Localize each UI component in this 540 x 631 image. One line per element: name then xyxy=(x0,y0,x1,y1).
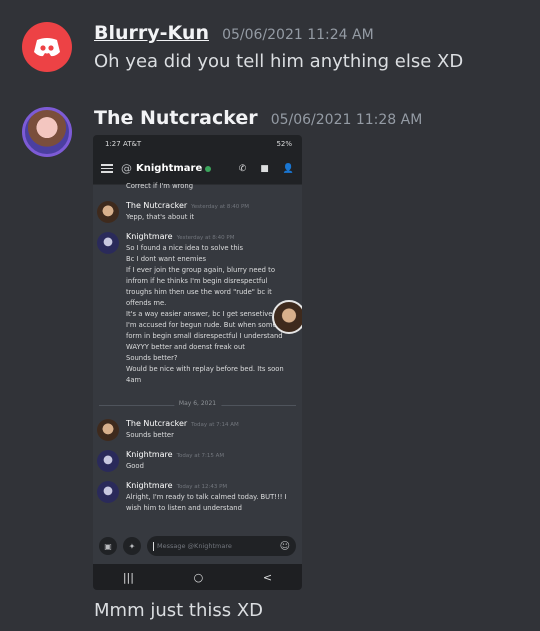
video-icon: ■ xyxy=(260,163,269,174)
home-icon: ○ xyxy=(193,570,204,584)
author: Knightmare xyxy=(126,450,173,459)
message-input-bar: ▣ ✦ Message @Knightmare ☺ xyxy=(93,532,302,560)
time: Yesterday at 8:40 PM xyxy=(191,204,250,210)
time: Today at 7:14 AM xyxy=(191,422,239,428)
message-content: Mmm just thiss XD xyxy=(94,600,264,621)
avatar xyxy=(97,201,119,223)
line: WAYYY better and doenst freak out xyxy=(126,343,245,351)
message-content: Oh yea did you tell him anything else XD xyxy=(94,51,464,72)
floating-avatar xyxy=(272,300,302,334)
members-icon: 👤 xyxy=(282,163,294,174)
discord-logo-icon xyxy=(34,38,60,57)
line: Sounds better xyxy=(126,431,174,439)
avatar xyxy=(97,450,119,472)
time: Today at 7:15 AM xyxy=(176,453,225,459)
line: 4am xyxy=(126,376,142,384)
emoji-icon: ☺ xyxy=(279,540,290,552)
username[interactable]: The Nutcracker xyxy=(94,107,258,129)
author: The Nutcracker xyxy=(126,201,188,210)
at-icon: @ xyxy=(121,162,132,175)
phone-status-bar: 1:27 AT&T 52% xyxy=(93,135,302,153)
menu-icon xyxy=(101,164,113,173)
date-label: May 6, 2021 xyxy=(173,400,222,407)
back-icon: < xyxy=(262,570,273,584)
message-header: The Nutcracker 05/06/2021 11:28 AM xyxy=(94,107,422,129)
avatar xyxy=(97,419,119,441)
image-attachment[interactable]: 1:27 AT&T 52% @ Knightmare ✆ ■ 👤 Correct… xyxy=(93,135,302,590)
line: Alright, I'm ready to talk calmed today.… xyxy=(126,493,287,501)
call-icon: ✆ xyxy=(238,163,247,174)
line: So I found a nice idea to solve this xyxy=(126,244,244,252)
date-divider: May 6, 2021 xyxy=(99,400,296,410)
line: infrom if he thinks I'm begin disrespect… xyxy=(126,277,268,285)
line: Good xyxy=(126,462,144,470)
status-battery: 52% xyxy=(276,140,292,148)
time: Yesterday at 8:40 PM xyxy=(176,235,235,241)
author: Knightmare xyxy=(126,232,173,241)
line: offends me. xyxy=(126,299,167,307)
channel-header: @ Knightmare ✆ ■ 👤 xyxy=(93,153,302,185)
recents-icon: ||| xyxy=(122,570,134,584)
online-status-icon xyxy=(205,165,212,172)
timestamp[interactable]: 05/06/2021 11:28 AM xyxy=(271,112,423,128)
message-header: Blurry-Kun 05/06/2021 11:24 AM xyxy=(94,22,374,44)
time: Today at 12:43 PM xyxy=(176,484,228,490)
avatar xyxy=(97,481,119,503)
author: The Nutcracker xyxy=(126,419,188,428)
line: Sounds better? xyxy=(126,354,178,362)
line: wish him to listen and understand xyxy=(126,504,242,512)
android-nav-bar: ||| ○ < xyxy=(93,564,302,590)
status-time: 1:27 AT&T xyxy=(105,140,142,148)
author: Knightmare xyxy=(126,481,173,490)
line: I'm accused for begun rude. But when som… xyxy=(126,321,277,329)
channel-name: Knightmare xyxy=(136,163,203,174)
line: Would be nice with replay before bed. It… xyxy=(126,365,284,373)
username[interactable]: Blurry-Kun xyxy=(94,22,209,44)
line: form in begin small disrespectful I unde… xyxy=(126,332,283,340)
cut-line: Correct if I'm wrong xyxy=(126,182,194,190)
timestamp[interactable]: 05/06/2021 11:24 AM xyxy=(222,27,374,43)
line: Bc I dont want enemies xyxy=(126,255,207,263)
placeholder: Message @Knightmare xyxy=(157,542,232,550)
gift-icon: ✦ xyxy=(123,537,141,555)
avatar xyxy=(97,232,119,254)
line: It's a way easier answer, bc I get sense… xyxy=(126,310,273,318)
line: troughs him then use the word "rude" bc … xyxy=(126,288,272,296)
message-input: Message @Knightmare ☺ xyxy=(147,536,296,556)
image-icon: ▣ xyxy=(99,537,117,555)
avatar[interactable] xyxy=(22,107,72,157)
line: Yepp, that's about it xyxy=(126,213,195,221)
avatar[interactable] xyxy=(22,22,72,72)
line: If I ever join the group again, blurry n… xyxy=(126,266,275,274)
